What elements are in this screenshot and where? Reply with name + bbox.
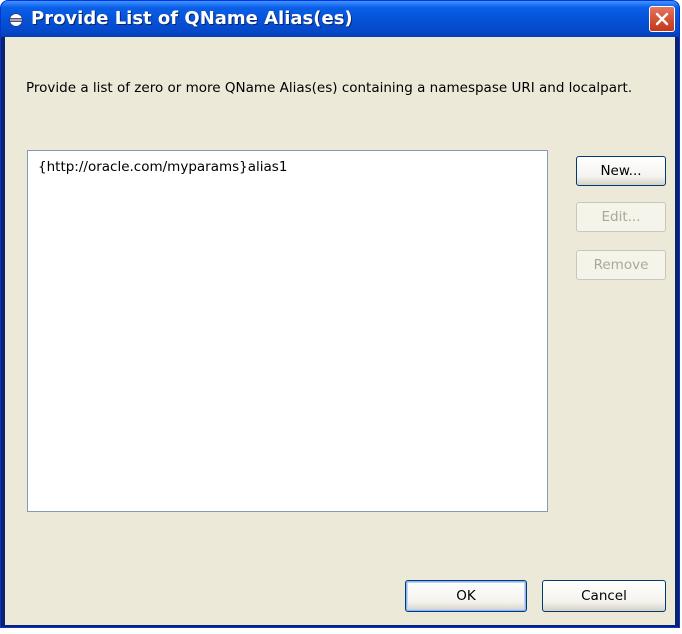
dialog-window: Provide List of QName Alias(es) Provide … [0, 0, 680, 628]
window-title: Provide List of QName Alias(es) [31, 8, 353, 29]
eclipse-icon [9, 12, 23, 27]
title-bar[interactable]: Provide List of QName Alias(es) [1, 1, 679, 37]
dialog-description: Provide a list of zero or more QName Ali… [26, 80, 633, 96]
cancel-button[interactable]: Cancel [542, 580, 666, 612]
alias-list[interactable]: {http://oracle.com/myparams}alias1 [27, 150, 548, 512]
edit-button[interactable]: Edit... [576, 202, 666, 232]
ok-button[interactable]: OK [405, 580, 527, 612]
new-button[interactable]: New... [576, 156, 666, 186]
close-button[interactable] [649, 6, 675, 32]
list-item[interactable]: {http://oracle.com/myparams}alias1 [38, 159, 287, 175]
dialog-content: Provide a list of zero or more QName Ali… [5, 37, 675, 625]
remove-button[interactable]: Remove [576, 250, 666, 280]
